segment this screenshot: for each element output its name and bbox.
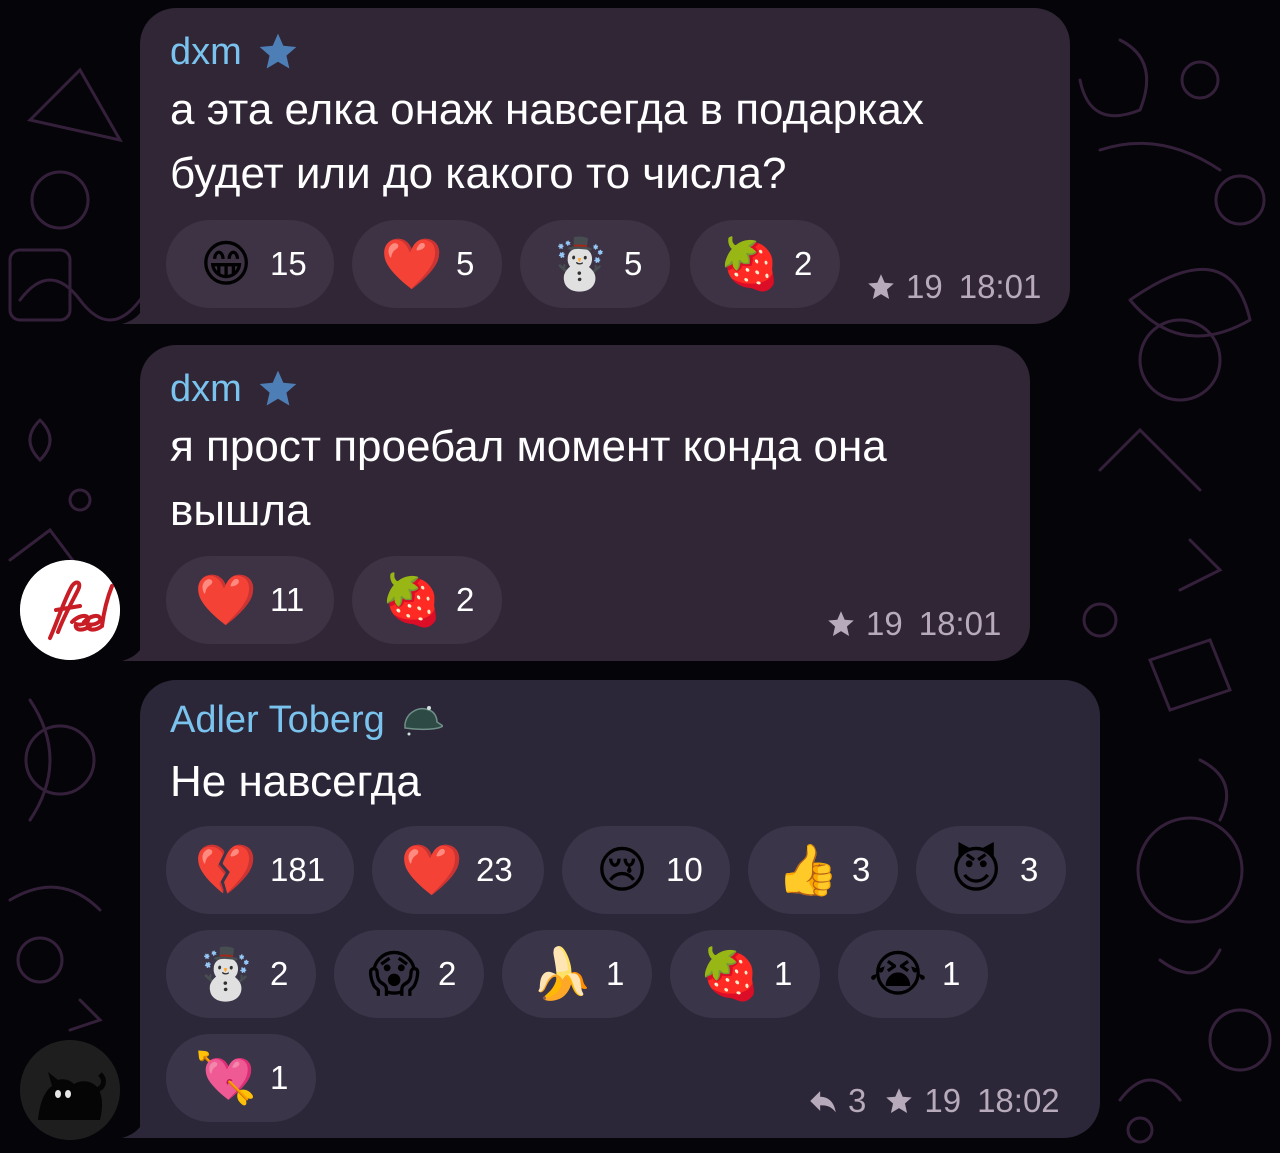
reaction-pill[interactable]: 😁 15 bbox=[166, 220, 334, 308]
reaction-pill[interactable]: ❤️ 23 bbox=[372, 826, 544, 914]
reaction-pill[interactable]: ❤️ 5 bbox=[352, 220, 502, 308]
message-text: я прост проебал момент конда она вышла bbox=[170, 422, 887, 535]
snowman-icon: ☃️ bbox=[194, 946, 258, 1002]
broken-heart-icon: 💔 bbox=[194, 842, 258, 898]
star-count: 19 bbox=[906, 268, 943, 305]
reaction-pill[interactable]: ❤️ 11 bbox=[166, 556, 334, 644]
feel-logo-avatar[interactable] bbox=[20, 560, 120, 660]
star-icon bbox=[828, 611, 854, 637]
smiling-devil-icon: 😈 bbox=[949, 842, 1003, 898]
reaction-count: 2 bbox=[456, 581, 475, 618]
reaction-count: 3 bbox=[1020, 851, 1039, 888]
heart-with-arrow-icon: 💘 bbox=[194, 1050, 258, 1106]
reaction-count: 1 bbox=[270, 1059, 289, 1096]
star-icon bbox=[886, 1088, 913, 1114]
star-icon bbox=[868, 274, 894, 300]
reaction-count: 23 bbox=[476, 851, 513, 888]
star-icon bbox=[259, 33, 297, 69]
reaction-count: 11 bbox=[270, 581, 305, 618]
reaction-pill[interactable]: 💘 1 bbox=[166, 1034, 316, 1122]
chat-view: dxm а эта елка онаж навсегда в подарках … bbox=[0, 0, 1280, 1153]
reaction-pill[interactable]: 🍓 2 bbox=[352, 556, 502, 644]
reaction-pill[interactable]: 🍓 2 bbox=[690, 220, 840, 308]
message-meta: 19 18:01 bbox=[864, 268, 1041, 306]
cap-icon bbox=[404, 706, 443, 736]
reaction-pill[interactable]: ☃️ 2 bbox=[166, 930, 316, 1018]
message-text: а эта елка онаж навсегда в подарках буде… bbox=[170, 85, 924, 198]
star-icon bbox=[259, 370, 297, 406]
banana-icon: 🍌 bbox=[530, 946, 594, 1002]
reaction-pill[interactable]: 😱 2 bbox=[334, 930, 484, 1018]
reaction-pill[interactable]: 😭 1 bbox=[838, 930, 988, 1018]
reaction-count: 1 bbox=[774, 955, 793, 992]
message-time: 18:01 bbox=[958, 268, 1042, 305]
reaction-pill[interactable]: 😢 10 bbox=[562, 826, 730, 914]
reply-arrow-icon bbox=[810, 1091, 836, 1113]
sender-name-text: Adler Toberg bbox=[170, 698, 385, 741]
reaction-count: 15 bbox=[270, 245, 307, 282]
reaction-count: 5 bbox=[624, 245, 643, 282]
reaction-count: 2 bbox=[270, 955, 289, 992]
message-meta: 19 18:01 bbox=[824, 605, 1001, 643]
sender-name-text: dxm bbox=[170, 30, 242, 73]
strawberry-icon: 🍓 bbox=[698, 946, 762, 1002]
loudly-crying-face-icon: 😭 bbox=[868, 946, 928, 1002]
reaction-pill[interactable]: 👍 3 bbox=[748, 826, 898, 914]
sender-name[interactable]: dxm bbox=[170, 367, 300, 411]
message-time: 18:01 bbox=[918, 605, 1002, 642]
reaction-pill[interactable]: ☃️ 5 bbox=[520, 220, 670, 308]
snowman-icon: ☃️ bbox=[548, 236, 612, 292]
red-heart-icon: ❤️ bbox=[400, 842, 464, 898]
star-count: 19 bbox=[924, 1082, 962, 1119]
strawberry-icon: 🍓 bbox=[718, 236, 782, 292]
reaction-pill[interactable]: 💔 181 bbox=[166, 826, 354, 914]
reaction-count: 5 bbox=[456, 245, 475, 282]
reaction-count: 10 bbox=[666, 851, 703, 888]
grinning-face-icon: 😁 bbox=[199, 236, 253, 292]
reaction-count: 2 bbox=[438, 955, 457, 992]
reaction-count: 1 bbox=[606, 955, 625, 992]
message-bubble[interactable]: dxm я прост проебал момент конда она выш… bbox=[140, 345, 1030, 661]
message-text: Не навсегда bbox=[170, 757, 421, 806]
sender-name-text: dxm bbox=[170, 367, 242, 410]
reaction-count: 2 bbox=[794, 245, 813, 282]
feel-logo-icon bbox=[20, 560, 120, 660]
message-meta: 3 19 18:02 bbox=[806, 1082, 1060, 1120]
message-time: 18:02 bbox=[977, 1082, 1060, 1119]
reaction-count: 181 bbox=[270, 851, 326, 888]
thumbs-up-icon: 👍 bbox=[776, 842, 840, 898]
reaction-pill[interactable]: 🍓 1 bbox=[670, 930, 820, 1018]
star-count: 19 bbox=[866, 605, 903, 642]
crying-face-icon: 😢 bbox=[595, 842, 649, 898]
red-heart-icon: ❤️ bbox=[380, 236, 444, 292]
message-bubble[interactable]: dxm а эта елка онаж навсегда в подарках … bbox=[140, 8, 1070, 324]
reaction-count: 1 bbox=[942, 955, 961, 992]
sender-name[interactable]: dxm bbox=[170, 30, 300, 74]
reaction-pill[interactable]: 😈 3 bbox=[916, 826, 1066, 914]
red-heart-icon: ❤️ bbox=[194, 572, 258, 628]
reaction-count: 3 bbox=[852, 851, 871, 888]
black-cat-avatar[interactable] bbox=[20, 1040, 120, 1140]
reaction-pill[interactable]: 🍌 1 bbox=[502, 930, 652, 1018]
black-cat-icon bbox=[20, 1040, 120, 1140]
screaming-face-icon: 😱 bbox=[367, 946, 421, 1002]
strawberry-icon: 🍓 bbox=[380, 572, 444, 628]
reply-count: 3 bbox=[848, 1082, 867, 1119]
message-bubble[interactable]: Adler Toberg Не навсегда 💔 181 ❤️ 23 😢 1… bbox=[140, 680, 1100, 1138]
sender-name[interactable]: Adler Toberg bbox=[170, 698, 443, 742]
